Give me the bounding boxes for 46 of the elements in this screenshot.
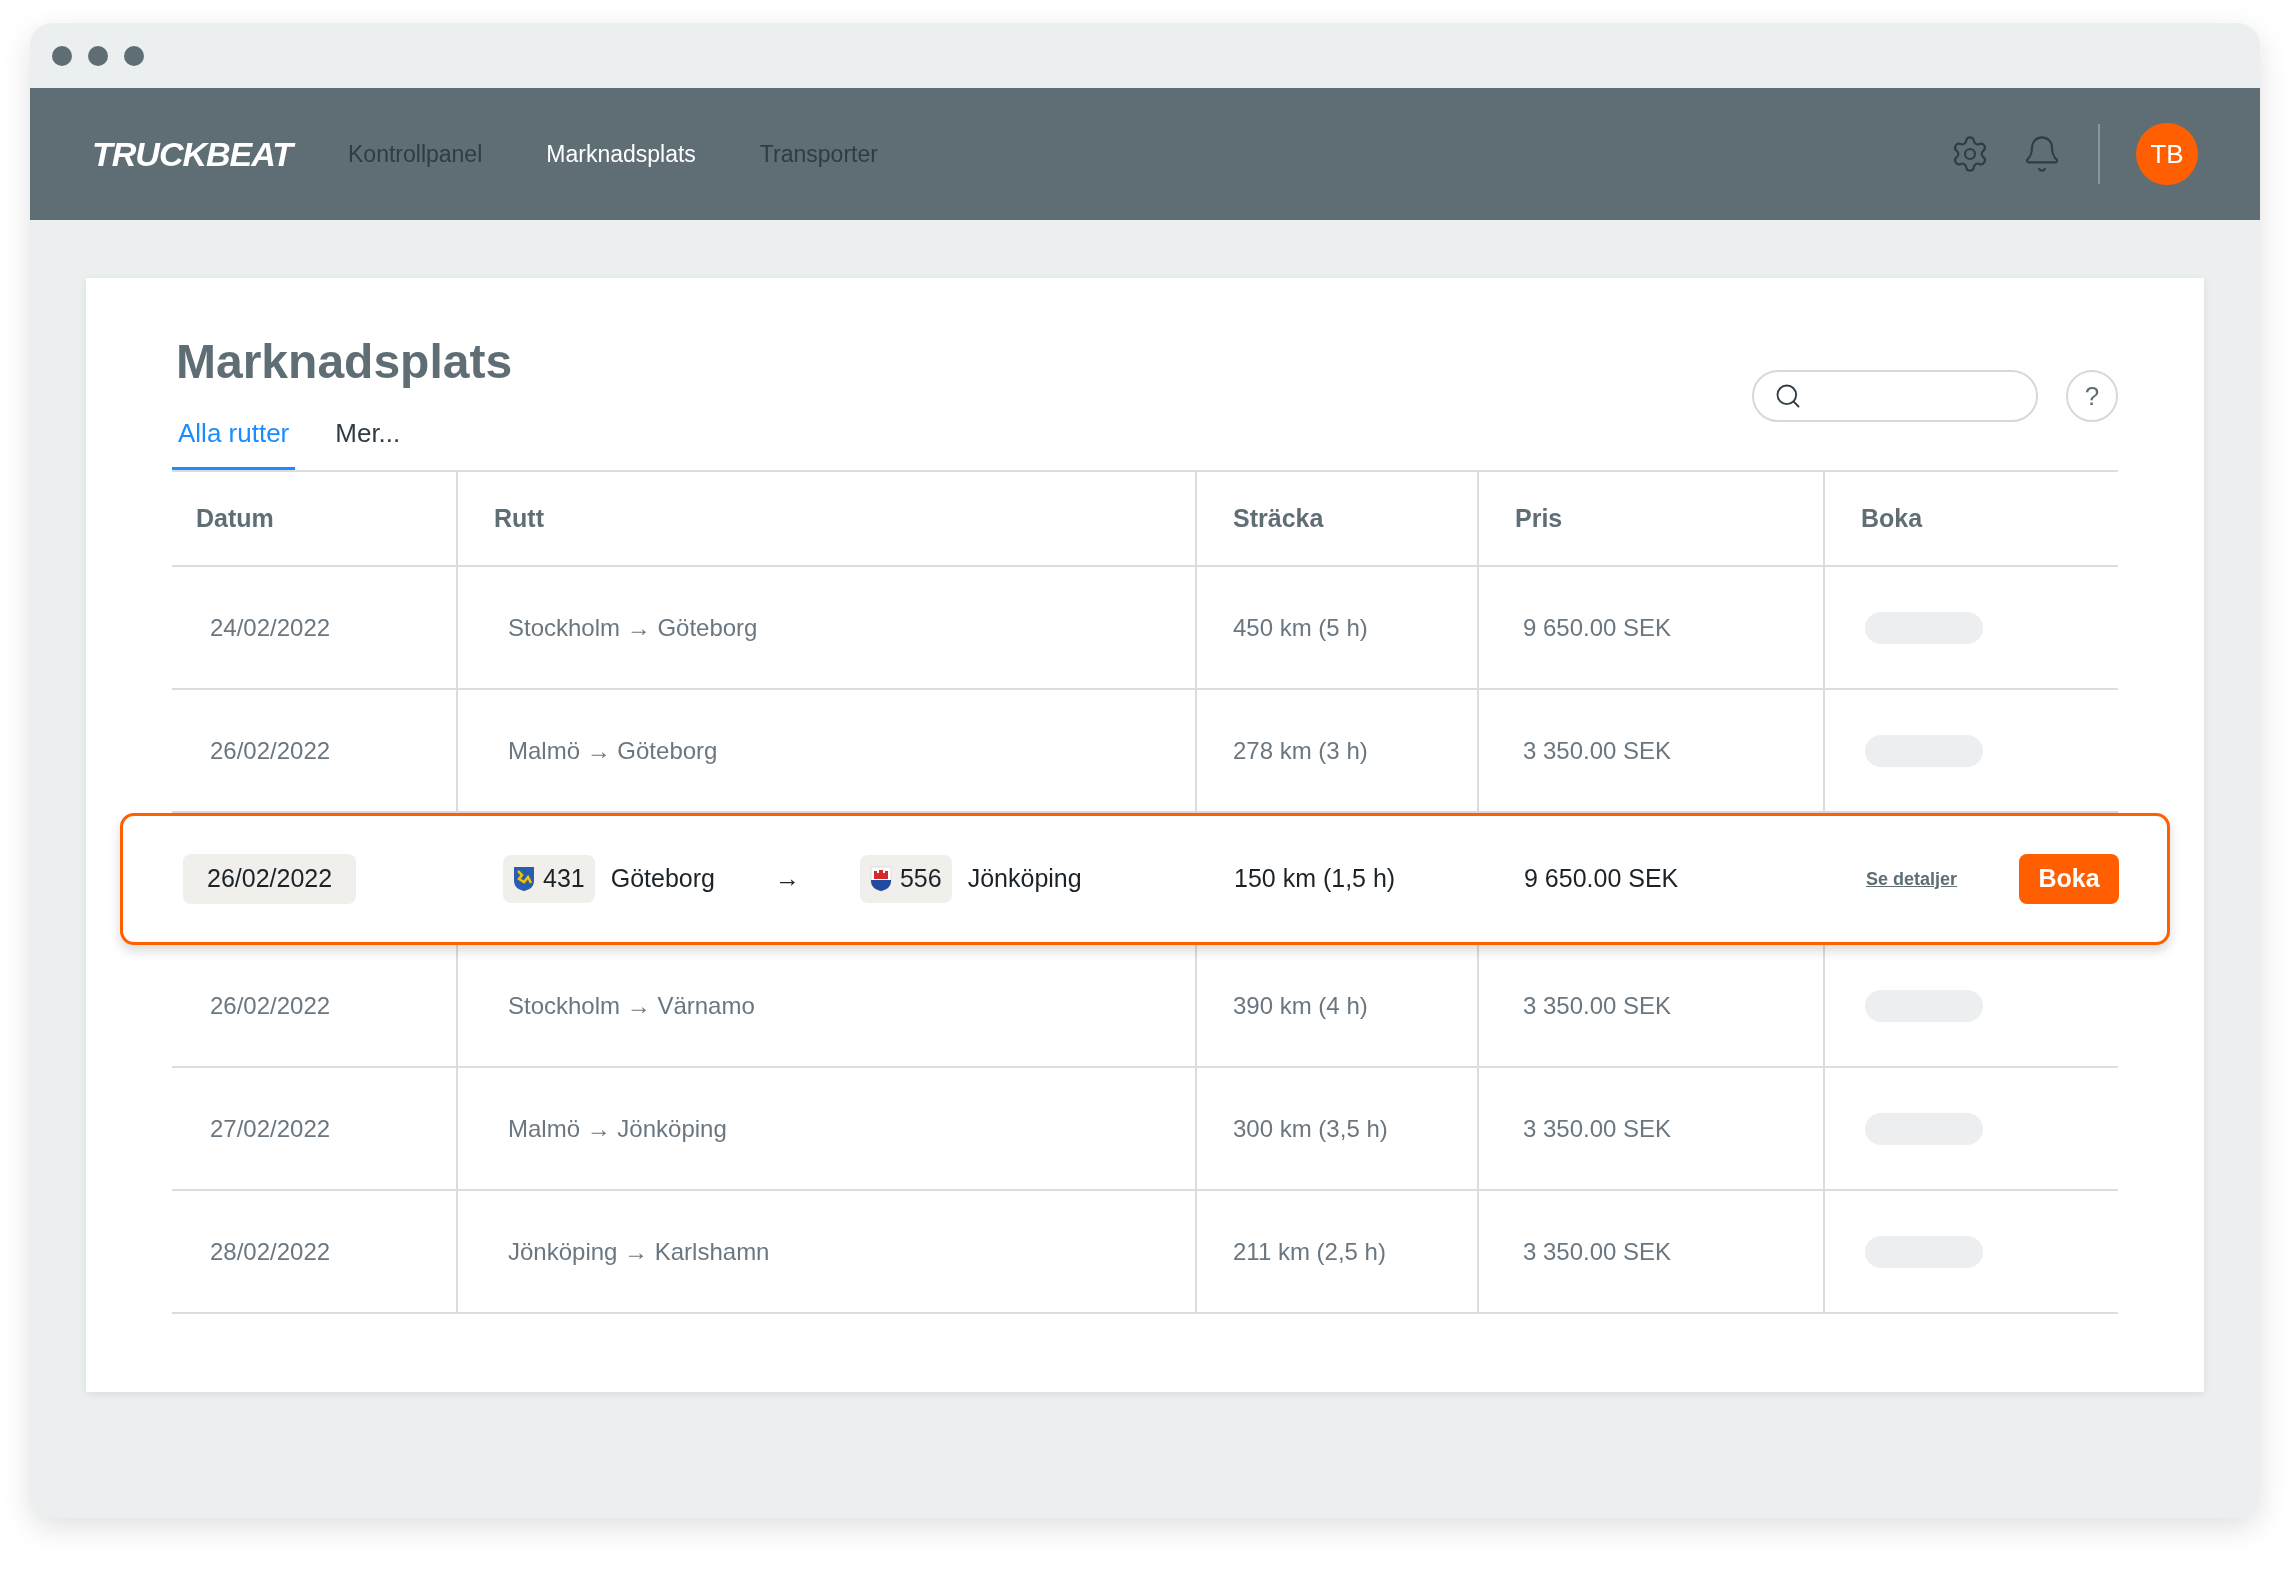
nav-link[interactable]: Marknadsplats — [546, 136, 696, 172]
price-cell-text: 3 350.00 SEK — [1523, 1236, 1672, 1267]
price-cell-text: 9 650.00 SEK — [1524, 863, 1679, 895]
help-button[interactable]: ? — [2066, 370, 2118, 422]
column-header: Sträcka — [1233, 502, 1324, 534]
column-header: Datum — [196, 502, 274, 534]
route-cell-text: Stockholm → Värnamo — [508, 990, 755, 1021]
price-cell-text: 9 650.00 SEK — [1523, 612, 1672, 643]
tab[interactable]: Alla rutter — [172, 414, 296, 470]
selected-route-row[interactable]: 26/02/2022 431 Göteborg → 556 Jönköping 150 km (1,5 h) 9 650.00 SEK Se detaljer Boka — [120, 813, 2170, 945]
distance-cell-text: 300 km (3,5 h) — [1233, 1113, 1388, 1144]
distance-cell-text: 450 km (5 h) — [1233, 612, 1368, 643]
date-cell-text: 28/02/2022 — [210, 1236, 331, 1267]
date-cell-text: 27/02/2022 — [210, 1113, 331, 1144]
details-link[interactable]: Se detaljer — [1866, 865, 1958, 893]
distance-cell-text: 211 km (2,5 h) — [1233, 1236, 1386, 1267]
route-cell-text: Malmö → Göteborg — [508, 735, 718, 766]
distance-cell-text: 390 km (4 h) — [1233, 990, 1368, 1021]
tab[interactable]: Mer... — [329, 414, 407, 470]
coat-of-arms-icon — [869, 866, 892, 892]
date-cell-text: 26/02/2022 — [210, 735, 331, 766]
coat-of-arms-icon — [513, 866, 535, 892]
distance-cell-text: 278 km (3 h) — [1233, 735, 1368, 766]
date-chip: 26/02/2022 — [183, 854, 357, 904]
price-cell-text: 3 350.00 SEK — [1523, 990, 1672, 1021]
route-cell-text: Malmö → Jönköping — [508, 1113, 727, 1144]
postal-code: 431 — [543, 863, 585, 895]
origin-city: Göteborg — [610, 863, 715, 895]
user-avatar[interactable]: TB — [2136, 123, 2198, 185]
date-cell-text: 26/02/2022 — [210, 990, 331, 1021]
column-header: Rutt — [494, 502, 544, 534]
page-title: Marknadsplats — [176, 338, 513, 386]
distance-cell-text: 150 km (1,5 h) — [1234, 863, 1396, 895]
route-arrow: → — [774, 863, 800, 895]
column-header: Boka — [1861, 502, 1923, 534]
search-field[interactable] — [1752, 370, 2038, 422]
route-cell-text: Jönköping → Karlshamn — [508, 1236, 770, 1267]
search-icon — [1774, 382, 1802, 410]
column-header: Pris — [1515, 502, 1563, 534]
price-cell-text: 3 350.00 SEK — [1523, 1113, 1672, 1144]
book-button[interactable]: Boka — [2019, 854, 2119, 904]
date-cell-text: 24/02/2022 — [210, 612, 331, 643]
postal-code: 556 — [899, 863, 942, 895]
route-cell-text: Stockholm → Göteborg — [508, 612, 758, 643]
destination-city: Jönköping — [967, 863, 1082, 895]
price-cell-text: 3 350.00 SEK — [1523, 735, 1672, 766]
